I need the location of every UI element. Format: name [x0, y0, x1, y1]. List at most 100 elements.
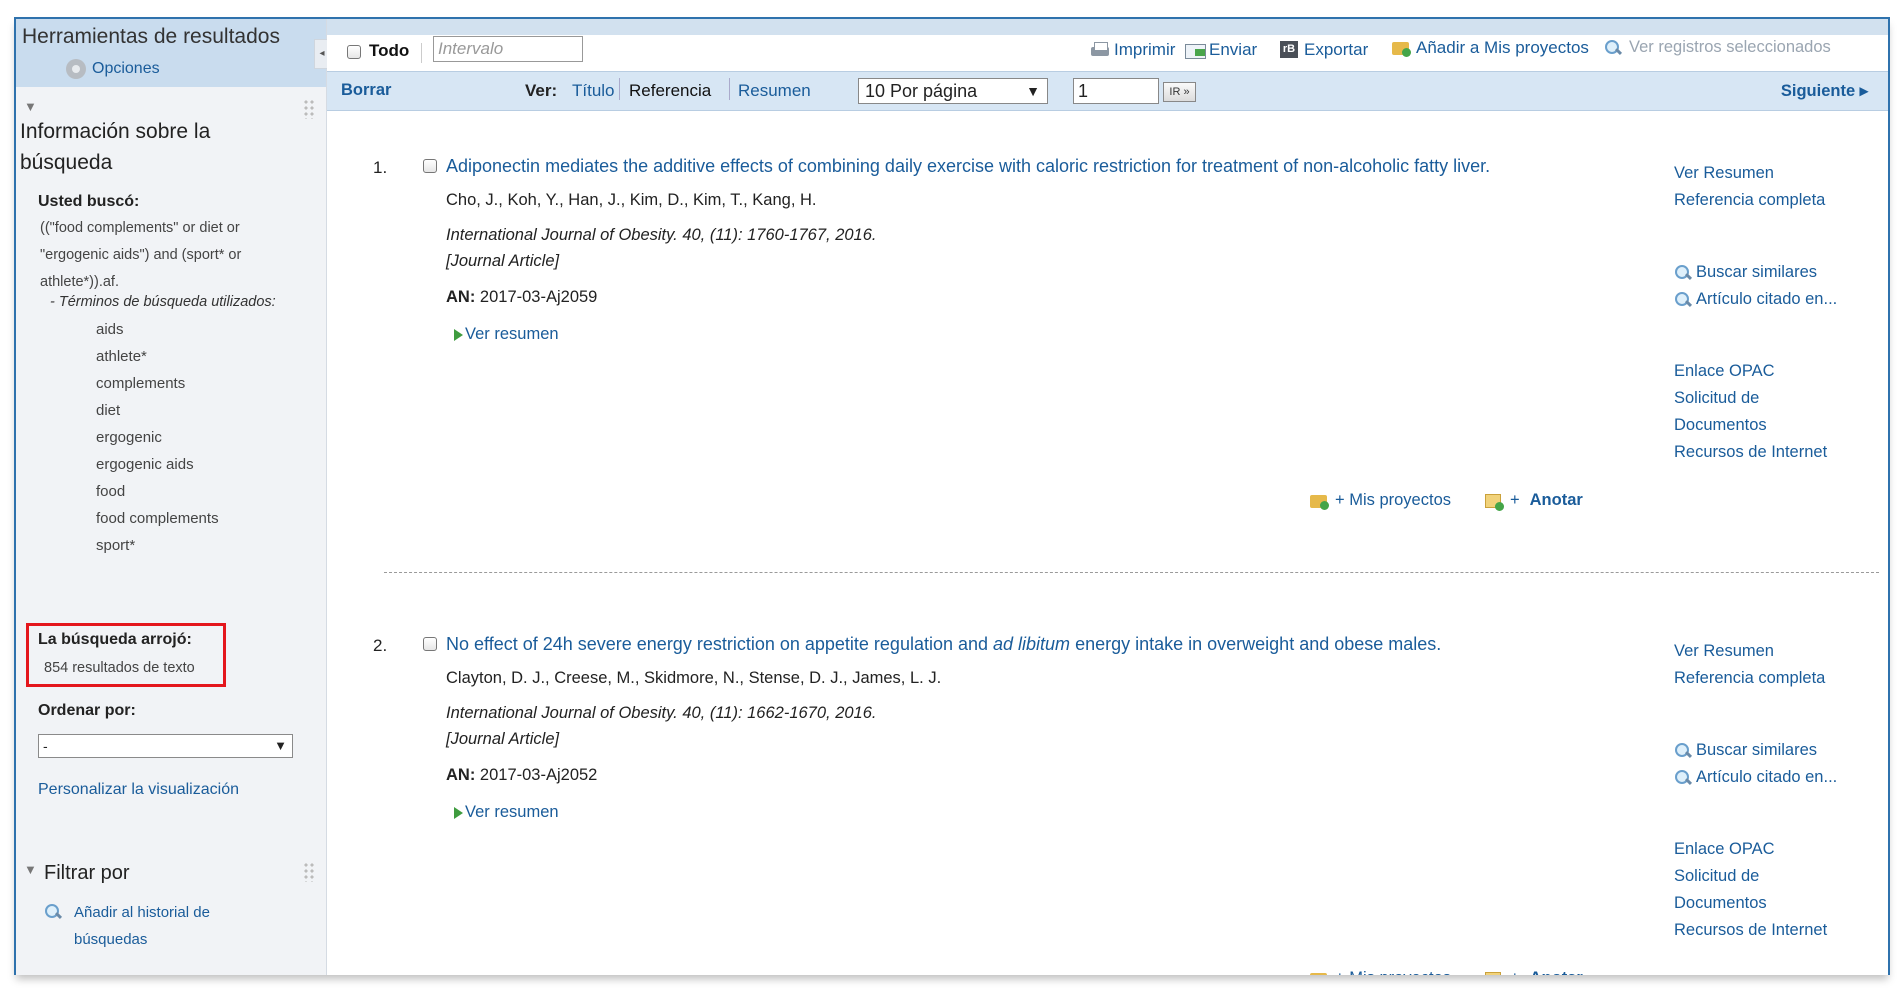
- opac-link[interactable]: Enlace OPAC: [1674, 836, 1837, 863]
- add-to-projects-button[interactable]: Añadir a Mis proyectos: [1391, 38, 1589, 58]
- annotate-label: Anotar: [1530, 969, 1583, 975]
- full-reference-link[interactable]: Referencia completa: [1674, 187, 1837, 214]
- annotate-label: Anotar: [1529, 491, 1583, 509]
- internet-resources-link[interactable]: Recursos de Internet: [1674, 917, 1837, 944]
- cited-article-link[interactable]: Artículo citado en...: [1674, 764, 1837, 791]
- select-all-checkbox[interactable]: [347, 45, 361, 59]
- interval-input[interactable]: Intervalo: [433, 36, 583, 62]
- record-journal: International Journal of Obesity. 40, (1…: [446, 704, 877, 722]
- customize-display-link[interactable]: Personalizar la visualización: [38, 781, 239, 799]
- send-label: Enviar: [1209, 40, 1258, 59]
- send-button[interactable]: Enviar: [1184, 40, 1257, 60]
- find-similar-link[interactable]: Buscar similares: [1674, 259, 1837, 286]
- divider: [729, 78, 730, 100]
- view-title-link[interactable]: Título: [572, 81, 615, 101]
- result-count: 854 resultados de texto: [44, 660, 195, 676]
- sidebar-title: Herramientas de resultados: [22, 25, 280, 48]
- find-similar-label: Buscar similares: [1696, 263, 1818, 281]
- query-line: (("food complements" or diet or: [40, 220, 240, 236]
- email-icon: [1184, 41, 1206, 59]
- expand-arrow-icon: [454, 806, 463, 819]
- an-value: 2017-03-Aj2059: [479, 288, 598, 306]
- view-abstract-link[interactable]: Ver Resumen: [1674, 160, 1837, 187]
- record-accession-number: AN: 2017-03-Aj2059: [446, 288, 597, 307]
- magnifier-icon: [1674, 742, 1696, 760]
- select-all-label: Todo: [369, 41, 410, 60]
- my-projects-label: + Mis proyectos: [1335, 491, 1451, 509]
- clear-link[interactable]: Borrar: [341, 81, 391, 100]
- record-title-link[interactable]: No effect of 24h severe energy restricti…: [446, 634, 1441, 655]
- next-page-link[interactable]: Siguiente ▸: [1781, 81, 1868, 101]
- view-abstract-toggle[interactable]: Ver resumen: [454, 803, 559, 822]
- printer-icon: [1089, 41, 1111, 59]
- record-authors: Cho, J., Koh, Y., Han, J., Kim, D., Kim,…: [446, 191, 817, 209]
- result-label: La búsqueda arrojó:: [38, 631, 192, 648]
- cited-article-link[interactable]: Artículo citado en...: [1674, 286, 1837, 313]
- toolbar-actions: Todo Intervalo Imprimir Enviar Exportar …: [327, 19, 1888, 71]
- search-term: diet: [96, 402, 121, 419]
- find-similar-link[interactable]: Buscar similares: [1674, 737, 1837, 764]
- record-links: Ver Resumen Referencia completa Buscar s…: [1674, 638, 1837, 944]
- my-projects-link[interactable]: + Mis proyectos: [1309, 969, 1451, 975]
- annotate-plus: +: [1510, 491, 1520, 509]
- record-checkbox[interactable]: [423, 637, 437, 651]
- record-authors: Clayton, D. J., Creese, M., Skidmore, N.…: [446, 669, 942, 687]
- sidebar-header: Herramientas de resultados Opciones: [16, 19, 326, 87]
- results-window: Herramientas de resultados Opciones ◂ ▼ …: [14, 17, 1890, 975]
- sort-select[interactable]: - ▼: [38, 734, 293, 758]
- annotate-link[interactable]: + Anotar: [1484, 491, 1583, 511]
- divider: [421, 43, 422, 63]
- doc-request-line: Solicitud de: [1674, 867, 1760, 885]
- document-request-link[interactable]: Solicitud de Documentos: [1674, 385, 1837, 439]
- magnifier-icon: [1674, 291, 1696, 309]
- drag-handle-icon[interactable]: [303, 862, 315, 882]
- view-abstract-toggle[interactable]: Ver resumen: [454, 325, 559, 344]
- full-reference-link[interactable]: Referencia completa: [1674, 665, 1837, 692]
- annotate-link[interactable]: + Anotar: [1484, 969, 1583, 975]
- view-abstract-link[interactable]: Resumen: [738, 81, 811, 101]
- page-number-input[interactable]: 1: [1073, 78, 1159, 104]
- query-line: athlete*)).af.: [40, 274, 119, 290]
- my-projects-label: + Mis proyectos: [1335, 969, 1451, 975]
- print-label: Imprimir: [1114, 40, 1176, 59]
- search-info-heading-line1: Información sobre la: [20, 120, 211, 143]
- add-projects-label: Añadir a Mis proyectos: [1416, 38, 1589, 57]
- dropdown-arrow-icon: ▼: [274, 738, 287, 753]
- folder-add-icon: [1391, 39, 1413, 57]
- view-label: Ver:: [525, 81, 558, 100]
- record-number: 1.: [373, 158, 388, 177]
- add-search-history-link[interactable]: Añadir al historial de búsquedas: [44, 899, 210, 953]
- an-label: AN:: [446, 766, 476, 784]
- per-page-select[interactable]: 10 Por página ▼: [858, 78, 1048, 104]
- record-checkbox[interactable]: [423, 159, 437, 173]
- internet-resources-link[interactable]: Recursos de Internet: [1674, 439, 1837, 466]
- my-projects-link[interactable]: + Mis proyectos: [1309, 491, 1451, 510]
- view-selected-button[interactable]: Ver registros seleccionados: [1604, 38, 1831, 57]
- folder-add-icon: [1309, 492, 1331, 510]
- results-tools-sidebar: Herramientas de resultados Opciones ◂ ▼ …: [16, 19, 330, 975]
- view-reference-link[interactable]: Referencia: [629, 81, 711, 101]
- record-title-link[interactable]: Adiponectin mediates the additive effect…: [446, 156, 1490, 177]
- record-accession-number: AN: 2017-03-Aj2052: [446, 766, 597, 785]
- collapse-triangle-icon[interactable]: ▼: [24, 862, 37, 877]
- folder-add-icon: [1309, 970, 1331, 975]
- options-link[interactable]: Opciones: [66, 59, 160, 79]
- document-request-link[interactable]: Solicitud de Documentos: [1674, 863, 1837, 917]
- collapse-triangle-icon[interactable]: ▼: [24, 99, 37, 114]
- view-abstract-link[interactable]: Ver Resumen: [1674, 638, 1837, 665]
- doc-request-line: Solicitud de: [1674, 389, 1760, 407]
- export-button[interactable]: Exportar: [1279, 40, 1368, 60]
- add-history-line: búsquedas: [74, 931, 148, 948]
- record-links: Ver Resumen Referencia completa Buscar s…: [1674, 160, 1837, 466]
- print-button[interactable]: Imprimir: [1089, 40, 1175, 60]
- go-button[interactable]: IR »: [1163, 82, 1196, 102]
- you-searched-label: Usted buscó:: [38, 193, 140, 210]
- drag-handle-icon[interactable]: [303, 99, 315, 119]
- record-number: 2.: [373, 636, 388, 655]
- opac-link[interactable]: Enlace OPAC: [1674, 358, 1837, 385]
- search-term: sport*: [96, 537, 136, 554]
- sort-label: Ordenar por:: [38, 702, 136, 719]
- doc-request-line: Documentos: [1674, 894, 1767, 912]
